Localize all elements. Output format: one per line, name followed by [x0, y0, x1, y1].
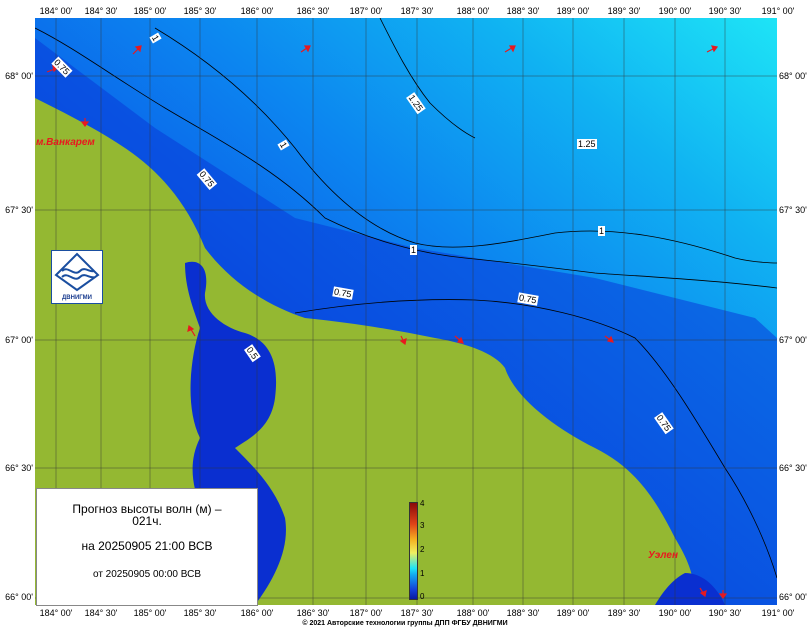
- forecast-info-box: Прогноз высоты волн (м) – 021ч. на 20250…: [36, 488, 258, 606]
- lat-tick-label: 66° 00': [779, 592, 807, 602]
- lon-tick-label: 188° 00': [456, 608, 490, 618]
- copyright-text: © 2021 Авторские технологии группы ДПП Ф…: [302, 620, 508, 627]
- lat-tick-label: 67° 00': [779, 335, 807, 345]
- lat-tick-label: 67° 30': [779, 205, 807, 215]
- contour-label: 1: [410, 245, 418, 255]
- lon-tick-label: 187° 00': [349, 608, 383, 618]
- place-label-vankarem: м.Ванкарем: [36, 137, 95, 148]
- lon-tick-label: 190° 30': [708, 608, 742, 618]
- colorbar: [409, 502, 418, 600]
- dvnigmi-logo: ДВНИГМИ: [51, 250, 103, 304]
- lon-tick-label: 184° 30': [84, 608, 118, 618]
- lon-tick-label: 189° 00': [556, 6, 590, 16]
- lat-tick-label: 67° 00': [5, 335, 33, 345]
- colorbar-tick-label: 1: [420, 569, 425, 578]
- lon-tick-label: 184° 30': [84, 6, 118, 16]
- lat-tick-label: 67° 30': [5, 205, 33, 215]
- lon-tick-label: 191° 00': [761, 6, 795, 16]
- lon-tick-label: 190° 00': [658, 6, 692, 16]
- lon-tick-label: 190° 30': [708, 6, 742, 16]
- lon-tick-label: 185° 30': [183, 6, 217, 16]
- lat-tick-label: 68° 00': [779, 71, 807, 81]
- lat-tick-label: 66° 30': [779, 463, 807, 473]
- lon-tick-label: 186° 00': [240, 608, 274, 618]
- colorbar-tick-label: 2: [420, 545, 425, 554]
- lat-tick-label: 68° 00': [5, 71, 33, 81]
- contour-label: 1: [598, 226, 606, 236]
- lon-tick-label: 187° 30': [400, 6, 434, 16]
- lon-tick-label: 189° 30': [607, 6, 641, 16]
- lat-tick-label: 66° 30': [5, 463, 33, 473]
- lon-tick-label: 190° 00': [658, 608, 692, 618]
- lon-tick-label: 188° 00': [456, 6, 490, 16]
- lon-tick-label: 184° 00': [39, 608, 73, 618]
- forecast-lead-time: 021ч.: [132, 514, 162, 528]
- colorbar-tick-label: 4: [420, 499, 425, 508]
- lon-tick-label: 186° 30': [296, 6, 330, 16]
- forecast-base-time: от 20250905 00:00 ВСВ: [92, 569, 201, 580]
- logo-emblem-icon: [54, 252, 100, 292]
- lon-tick-label: 185° 00': [133, 6, 167, 16]
- lon-tick-label: 185° 00': [133, 608, 167, 618]
- lon-tick-label: 191° 00': [761, 608, 795, 618]
- lon-tick-label: 187° 30': [400, 608, 434, 618]
- lon-tick-label: 184° 00': [39, 6, 73, 16]
- colorbar-tick-label: 3: [420, 521, 425, 530]
- logo-text: ДВНИГМИ: [62, 295, 92, 301]
- lon-tick-label: 188° 30': [506, 6, 540, 16]
- lon-tick-label: 189° 30': [607, 608, 641, 618]
- lon-tick-label: 186° 00': [240, 6, 274, 16]
- lat-tick-label: 66° 00': [5, 592, 33, 602]
- place-label-uelen: Уэлен: [648, 550, 678, 561]
- lon-tick-label: 187° 00': [349, 6, 383, 16]
- forecast-valid-time: на 20250905 21:00 ВСВ: [81, 539, 213, 553]
- lon-tick-label: 189° 00': [556, 608, 590, 618]
- lon-tick-label: 188° 30': [506, 608, 540, 618]
- lon-tick-label: 186° 30': [296, 608, 330, 618]
- colorbar-tick-label: 0: [420, 592, 425, 601]
- contour-label: 1.25: [577, 139, 597, 149]
- lon-tick-label: 185° 30': [183, 608, 217, 618]
